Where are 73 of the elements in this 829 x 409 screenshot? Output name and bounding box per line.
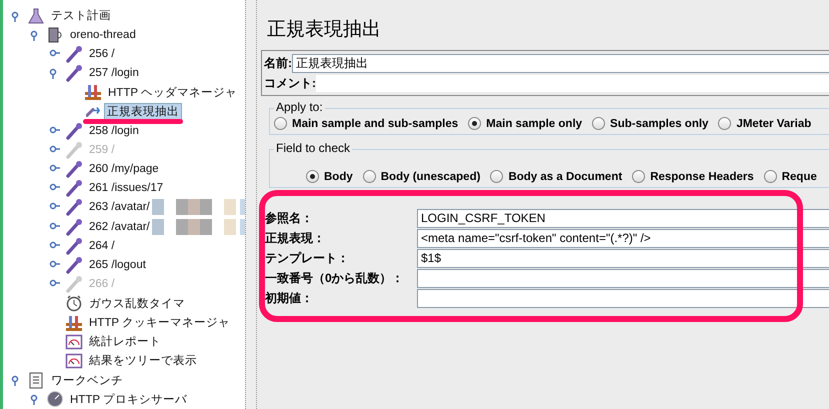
comment-label: コメント: (264, 74, 316, 92)
stopwatch-icon (65, 294, 83, 312)
tree-item[interactable]: 262 /avatar/ (87, 220, 152, 233)
text-field[interactable] (417, 288, 829, 308)
radio-option[interactable]: Response Headers (632, 170, 754, 183)
tree-item[interactable]: oreno-thread (68, 28, 138, 41)
pane-splitter[interactable] (245, 0, 257, 409)
radio-label: JMeter Variab (736, 118, 812, 130)
tree-item[interactable]: 257 /login (87, 67, 141, 80)
tree-item[interactable]: 正規表現抽出 (104, 103, 182, 120)
field-label: 初期値： (265, 290, 314, 306)
tree-item[interactable]: 265 /logout (87, 259, 148, 272)
radio-button[interactable] (592, 117, 606, 130)
radio-button[interactable] (274, 117, 287, 130)
group-legend: Apply to: (274, 100, 325, 114)
comment-field[interactable] (316, 74, 829, 92)
text-field[interactable]: $1$ (417, 248, 829, 268)
radio-label: Response Headers (650, 170, 754, 182)
radio-button[interactable] (632, 170, 646, 183)
rack-icon (84, 83, 102, 102)
tree-item[interactable]: テスト計画 (49, 8, 113, 24)
pipette-arrow-icon (86, 106, 100, 118)
radio-option[interactable]: JMeter Variab (718, 117, 812, 130)
name-field[interactable]: 正規表現抽出 (292, 54, 829, 72)
radio-option[interactable]: Sub-samples only (592, 117, 708, 130)
radio-button[interactable] (764, 170, 777, 183)
radio-label: Reque (782, 170, 817, 182)
tree-item[interactable]: HTTP ヘッダマネージャ (106, 84, 240, 100)
tree-item[interactable]: HTTP プロキシサーバ (68, 392, 190, 407)
radio-button[interactable] (306, 170, 319, 183)
radio-button[interactable] (362, 170, 376, 183)
group-legend: Field to check (274, 141, 352, 155)
name-label: 名前: (264, 54, 292, 72)
tree-item[interactable]: HTTP クッキーマネージャ (87, 315, 232, 330)
tree-item[interactable]: ワークベンチ (49, 372, 125, 388)
radio-button[interactable] (468, 117, 482, 130)
radio-option[interactable]: Main sample only (468, 117, 582, 130)
tree-item[interactable]: 264 / (87, 240, 117, 252)
radio-label: Main sample and sub-samples (292, 118, 458, 130)
text-field[interactable]: <meta name="csrf-token" content="(.*?)" /> (417, 228, 829, 248)
field-label: 正規表現： (265, 230, 326, 246)
tree-item[interactable]: 統計レポート (87, 334, 163, 350)
clipboard-icon (27, 371, 45, 390)
radio-button[interactable] (718, 117, 732, 130)
radio-option[interactable]: Main sample and sub-samples (274, 117, 458, 130)
tree-item[interactable]: 結果をツリーで表示 (87, 353, 199, 368)
gauge-icon (65, 332, 83, 351)
radio-option[interactable]: Body as a Document (490, 170, 622, 183)
text-field[interactable] (417, 268, 829, 288)
tree-item[interactable]: 263 /avatar/ (87, 201, 152, 214)
tree-item[interactable]: ガウス乱数タイマ (87, 296, 187, 311)
radio-label: Main sample only (486, 118, 582, 130)
radio-button[interactable] (490, 170, 504, 183)
tree-item[interactable]: 256 / (87, 48, 117, 60)
field-label: 参照名： (265, 210, 314, 226)
radio-label: Body as a Document (508, 170, 622, 182)
radio-label: Sub-samples only (610, 118, 708, 130)
tree-item[interactable]: 260 /my/page (87, 163, 161, 176)
radio-label: Body (324, 170, 353, 182)
radio-option[interactable]: Reque (764, 170, 817, 183)
field-label: テンプレート： (265, 250, 350, 266)
panel-title: 正規表現抽出 (266, 18, 382, 42)
gauge-icon (65, 352, 83, 370)
tree-item[interactable]: 258 /login (87, 124, 141, 137)
radio-label: Body (unescaped) (380, 170, 480, 182)
spool-icon (46, 26, 64, 44)
radio-option[interactable]: Body (306, 170, 353, 183)
radio-option[interactable]: Body (unescaped) (362, 170, 480, 183)
rack-icon (65, 314, 83, 332)
tree-item[interactable]: 261 /issues/17 (87, 182, 166, 194)
flask-icon (27, 6, 45, 25)
field-label: 一致番号（0から乱数）： (265, 270, 405, 286)
text-field[interactable]: LOGIN_CSRF_TOKEN (417, 208, 829, 228)
